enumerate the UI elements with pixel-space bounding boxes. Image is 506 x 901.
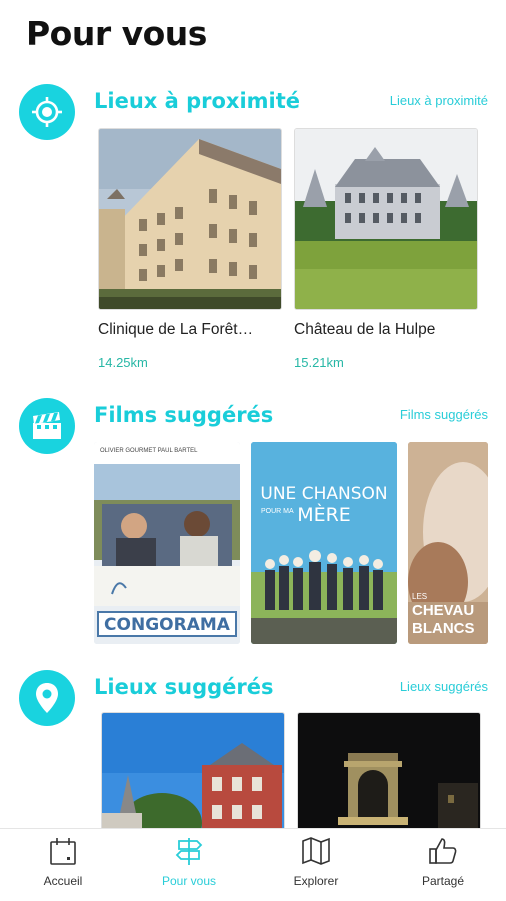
place-title: Château de la Hulpe bbox=[294, 321, 436, 338]
see-all-places-link[interactable]: Lieux suggérés bbox=[400, 679, 488, 694]
film-poster[interactable]: OLIVIER GOURMET PAUL BARTEL CONGORAMA bbox=[94, 442, 240, 644]
clapperboard-icon bbox=[19, 398, 75, 454]
tab-explorer[interactable]: Explorer bbox=[253, 829, 379, 901]
tab-label: Pour vous bbox=[161, 874, 217, 888]
poster-title-line3: MÈRE bbox=[297, 504, 351, 526]
section-title: Lieux suggérés bbox=[94, 675, 274, 699]
map-pin-icon bbox=[19, 670, 75, 726]
place-title: Clinique de La Forêt… bbox=[98, 321, 254, 338]
place-image bbox=[98, 128, 282, 310]
poster-title-line1: UNE CHANSON bbox=[260, 484, 388, 504]
place-card[interactable]: Clinique de La Forêt… 14.25km bbox=[98, 128, 282, 378]
section-title: Lieux à proximité bbox=[94, 89, 301, 113]
see-all-films-link[interactable]: Films suggérés bbox=[400, 407, 488, 422]
place-card[interactable] bbox=[297, 712, 481, 828]
poster-title-line3: BLANCS bbox=[412, 620, 475, 637]
map-icon bbox=[302, 837, 330, 865]
tab-accueil[interactable]: Accueil bbox=[0, 829, 126, 901]
place-card[interactable] bbox=[101, 712, 285, 828]
tab-label: Partagé bbox=[421, 874, 465, 888]
bottom-tab-bar: Accueil Pour vous Explorer Partagé bbox=[0, 828, 506, 901]
section-nearby: Lieux à proximité Lieux à proximité Clin… bbox=[0, 84, 506, 384]
tab-label: Explorer bbox=[293, 874, 339, 888]
signpost-icon bbox=[175, 838, 203, 865]
see-all-nearby-link[interactable]: Lieux à proximité bbox=[390, 93, 488, 108]
poster-top-text: OLIVIER GOURMET PAUL BARTEL bbox=[100, 448, 198, 454]
place-image bbox=[101, 712, 285, 828]
poster-title-line2: CHEVAU bbox=[412, 602, 475, 619]
place-image bbox=[294, 128, 478, 310]
film-poster[interactable]: LES CHEVAU BLANCS bbox=[408, 442, 488, 644]
section-places: Lieux suggérés Lieux suggérés bbox=[0, 670, 506, 828]
place-image bbox=[297, 712, 481, 828]
thumbs-up-icon bbox=[429, 838, 457, 864]
poster-title: CONGORAMA bbox=[104, 615, 230, 635]
page-title: Pour vous bbox=[26, 14, 207, 53]
target-icon bbox=[19, 84, 75, 140]
poster-title-line1: LES bbox=[412, 592, 428, 601]
place-distance: 14.25km bbox=[98, 355, 148, 370]
section-films: Films suggérés Films suggérés OLIVIER GO… bbox=[0, 398, 506, 648]
tab-label: Accueil bbox=[43, 874, 83, 888]
tab-pour-vous[interactable]: Pour vous bbox=[126, 829, 252, 901]
film-poster[interactable]: UNE CHANSON POUR MA MÈRE bbox=[251, 442, 397, 644]
tab-partage[interactable]: Partagé bbox=[380, 829, 506, 901]
calendar-icon bbox=[50, 838, 76, 865]
section-title: Films suggérés bbox=[94, 403, 274, 427]
place-card[interactable]: Château de la Hulpe 15.21km bbox=[294, 128, 478, 378]
place-distance: 15.21km bbox=[294, 355, 344, 370]
